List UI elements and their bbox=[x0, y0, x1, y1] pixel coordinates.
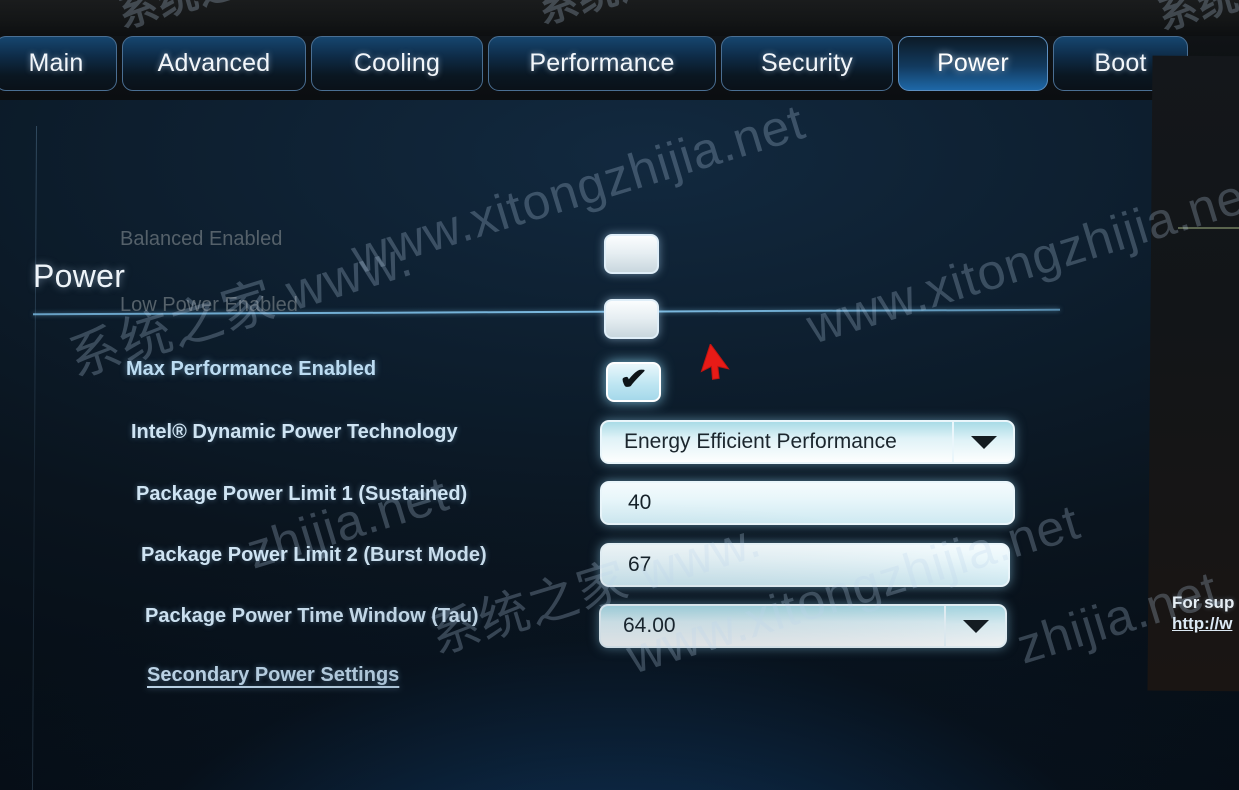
help-panel-divider bbox=[1178, 227, 1239, 229]
bios-screen-photo: Main Advanced Cooling Performance Securi… bbox=[0, 0, 1239, 790]
tab-security[interactable]: Security bbox=[721, 36, 893, 91]
help-support-text: For sup bbox=[1172, 593, 1235, 612]
row-label: Balanced Enabled bbox=[120, 228, 283, 250]
monitor-bezel bbox=[0, 0, 1239, 36]
row-label: Package Power Time Window (Tau) bbox=[145, 605, 479, 627]
link-label: Secondary Power Settings bbox=[147, 664, 400, 686]
row-label: Intel® Dynamic Power Technology bbox=[131, 421, 458, 443]
dropdown-value: 64.00 bbox=[599, 604, 944, 648]
dropdown-dynamic-power-technology[interactable]: Energy Efficient Performance bbox=[600, 420, 1015, 464]
tab-label: Boot bbox=[1094, 49, 1147, 77]
tab-main[interactable]: Main bbox=[0, 36, 117, 91]
row-package-power-limit-1: Package Power Limit 1 (Sustained) bbox=[136, 483, 606, 506]
checkmark-icon: ✔ bbox=[619, 363, 648, 396]
input-package-power-limit-2[interactable]: 67 bbox=[600, 543, 1010, 587]
panel-left-border bbox=[31, 126, 38, 790]
checkbox-max-performance-enabled[interactable]: ✔ bbox=[606, 362, 661, 402]
tab-cooling[interactable]: Cooling bbox=[311, 36, 483, 91]
tab-label: Security bbox=[761, 49, 853, 77]
checkbox-box: ✔ bbox=[606, 362, 661, 402]
row-label: Max Performance Enabled bbox=[126, 358, 377, 380]
checkbox-low-power-enabled[interactable] bbox=[604, 299, 659, 339]
row-label: Package Power Limit 1 (Sustained) bbox=[136, 483, 468, 505]
dropdown-value: Energy Efficient Performance bbox=[600, 420, 952, 464]
tab-label: Performance bbox=[529, 49, 675, 77]
checkbox-balanced-enabled[interactable] bbox=[604, 234, 659, 274]
power-settings-panel: Power Balanced Enabled Low Power Enabled… bbox=[0, 100, 1239, 790]
tab-label: Advanced bbox=[157, 49, 271, 77]
row-package-power-time-window: Package Power Time Window (Tau) bbox=[145, 605, 615, 628]
checkbox-box bbox=[604, 234, 659, 274]
chevron-down-icon[interactable] bbox=[952, 420, 1015, 464]
tab-performance[interactable]: Performance bbox=[488, 36, 716, 91]
row-dynamic-power-technology: Intel® Dynamic Power Technology bbox=[131, 421, 601, 444]
page-title: Power bbox=[33, 258, 126, 294]
bios-tab-bar: Main Advanced Cooling Performance Securi… bbox=[0, 36, 1239, 100]
input-package-power-limit-1[interactable]: 40 bbox=[600, 481, 1015, 525]
tab-label: Main bbox=[28, 49, 84, 77]
tab-advanced[interactable]: Advanced bbox=[122, 36, 306, 91]
link-secondary-power-settings[interactable]: Secondary Power Settings bbox=[147, 664, 399, 687]
row-label: Package Power Limit 2 (Burst Mode) bbox=[141, 544, 487, 566]
tab-label: Cooling bbox=[353, 49, 441, 77]
checkbox-box bbox=[604, 299, 659, 339]
tab-label: Power bbox=[937, 49, 1009, 77]
dropdown-package-power-time-window[interactable]: 64.00 bbox=[599, 604, 1007, 648]
chevron-down-icon[interactable] bbox=[944, 604, 1007, 648]
tab-power[interactable]: Power bbox=[898, 36, 1048, 91]
row-package-power-limit-2: Package Power Limit 2 (Burst Mode) bbox=[141, 544, 611, 567]
row-label: Low Power Enabled bbox=[120, 294, 298, 316]
help-support-link[interactable]: http://w bbox=[1172, 614, 1239, 634]
